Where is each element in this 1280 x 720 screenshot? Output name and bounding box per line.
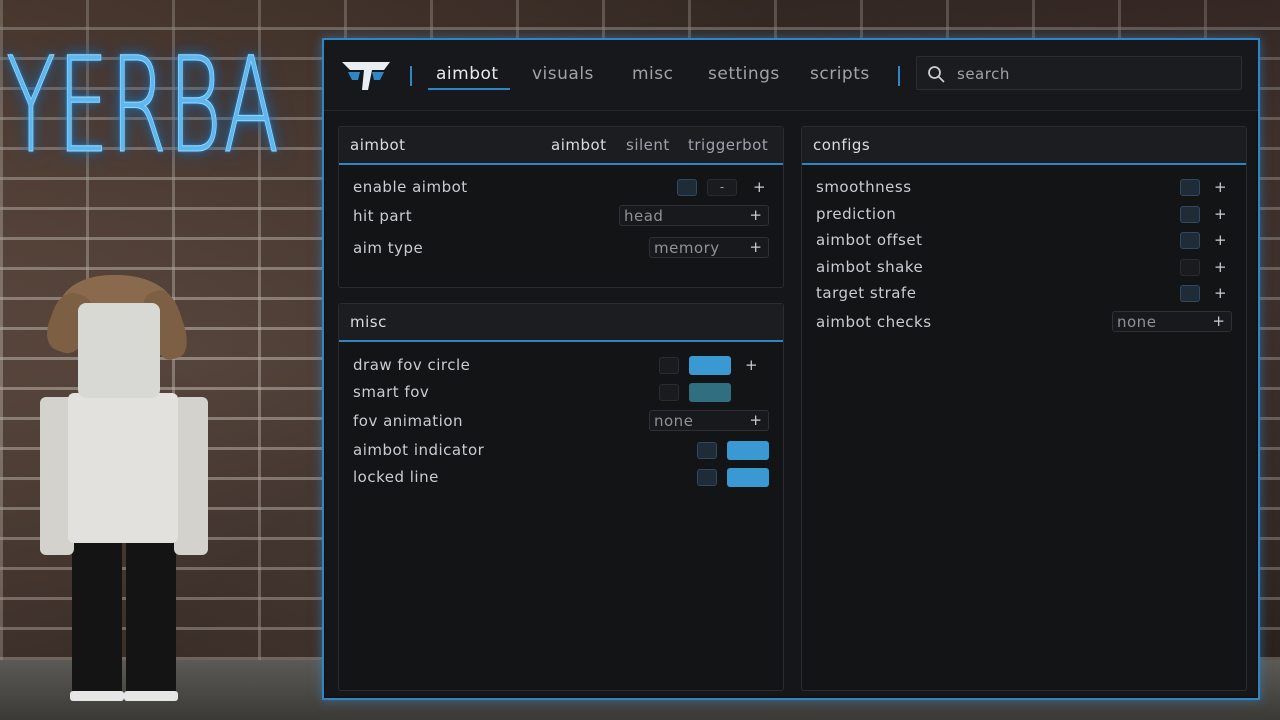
smart-fov-label: smart fov: [353, 383, 430, 401]
aimbot-checks-dropdown[interactable]: none +: [1112, 311, 1232, 332]
enable-aimbot-checkbox[interactable]: [677, 179, 697, 196]
smoothness-plus-button[interactable]: +: [1214, 178, 1227, 196]
avatar-head: [78, 303, 160, 398]
search-icon: [928, 66, 945, 83]
aimbot-panel-header: aimbot aimbot silent triggerbot: [339, 127, 783, 165]
draw-fov-color-swatch[interactable]: [689, 356, 731, 375]
fov-animation-label: fov animation: [353, 412, 464, 430]
draw-fov-circle-label: draw fov circle: [353, 356, 471, 374]
misc-panel: misc draw fov circle + smart fov fov ani…: [338, 303, 784, 691]
configs-panel: configs smoothness + prediction + aimbot…: [801, 126, 1247, 691]
aimbot-indicator-checkbox[interactable]: [697, 442, 717, 459]
aimbot-offset-checkbox[interactable]: [1180, 232, 1200, 249]
smart-fov-checkbox[interactable]: [659, 384, 679, 401]
tab-scripts[interactable]: scripts: [810, 64, 870, 84]
smoothness-checkbox[interactable]: [1180, 179, 1200, 196]
avatar-right-shoe: [124, 691, 178, 701]
active-tab-indicator: [428, 88, 510, 90]
fov-animation-dropdown[interactable]: none +: [649, 410, 769, 431]
enable-aimbot-minus-button[interactable]: -: [707, 179, 737, 196]
aimbot-checks-label: aimbot checks: [816, 313, 932, 331]
tab-visuals[interactable]: visuals: [532, 64, 594, 84]
prediction-plus-button[interactable]: +: [1214, 205, 1227, 223]
hit-part-label: hit part: [353, 207, 413, 225]
target-strafe-checkbox[interactable]: [1180, 285, 1200, 302]
aimbot-panel-title: aimbot: [350, 136, 406, 154]
aimbot-checks-value: none: [1117, 313, 1157, 331]
avatar-torso: [68, 393, 178, 543]
aim-type-dropdown[interactable]: memory +: [649, 237, 769, 258]
aimbot-checks-expand-icon: +: [1212, 312, 1225, 330]
top-nav-bar: aimbot visuals misc settings scripts: [324, 40, 1258, 111]
aimbot-offset-plus-button[interactable]: +: [1214, 231, 1227, 249]
aimbot-panel: aimbot aimbot silent triggerbot enable a…: [338, 126, 784, 288]
aimbot-offset-label: aimbot offset: [816, 231, 923, 249]
aim-type-expand-icon: +: [749, 238, 762, 256]
cheat-menu-window: aimbot visuals misc settings scripts aim…: [322, 38, 1260, 700]
avatar-right-arm: [174, 397, 208, 555]
tab-misc[interactable]: misc: [632, 64, 674, 84]
prediction-checkbox[interactable]: [1180, 206, 1200, 223]
target-strafe-plus-button[interactable]: +: [1214, 284, 1227, 302]
subtab-aimbot[interactable]: aimbot: [551, 136, 607, 154]
draw-fov-plus-button[interactable]: +: [745, 356, 758, 374]
subtab-silent[interactable]: silent: [626, 136, 670, 154]
avatar-left-shoe: [70, 691, 124, 701]
enable-aimbot-label: enable aimbot: [353, 178, 468, 196]
nav-separator: [410, 66, 412, 86]
tab-settings[interactable]: settings: [708, 64, 780, 84]
subtab-triggerbot[interactable]: triggerbot: [688, 136, 768, 154]
enable-aimbot-plus-button[interactable]: +: [753, 178, 766, 196]
fov-animation-value: none: [654, 412, 694, 430]
aim-type-value: memory: [654, 239, 720, 257]
hit-part-dropdown[interactable]: head +: [619, 205, 769, 226]
avatar-character: [40, 275, 210, 705]
search-input[interactable]: [955, 62, 1229, 86]
avatar-right-leg: [126, 543, 176, 693]
search-box[interactable]: [916, 56, 1242, 90]
configs-panel-title: configs: [813, 136, 871, 154]
misc-panel-header: misc: [339, 304, 783, 342]
neon-logo: YERBA: [6, 29, 281, 183]
aimbot-shake-checkbox[interactable]: [1180, 259, 1200, 276]
avatar-left-leg: [72, 543, 122, 693]
misc-panel-title: misc: [350, 313, 387, 331]
fov-animation-expand-icon: +: [749, 411, 762, 429]
tab-aimbot[interactable]: aimbot: [436, 64, 499, 84]
aim-type-label: aim type: [353, 239, 424, 257]
draw-fov-circle-checkbox[interactable]: [659, 357, 679, 374]
locked-line-color-swatch[interactable]: [727, 468, 769, 487]
aimbot-indicator-color-swatch[interactable]: [727, 441, 769, 460]
target-strafe-label: target strafe: [816, 284, 917, 302]
locked-line-checkbox[interactable]: [697, 469, 717, 486]
smart-fov-color-swatch[interactable]: [689, 383, 731, 402]
aimbot-indicator-label: aimbot indicator: [353, 441, 485, 459]
aimbot-shake-label: aimbot shake: [816, 258, 924, 276]
aimbot-shake-plus-button[interactable]: +: [1214, 258, 1227, 276]
hit-part-expand-icon: +: [749, 206, 762, 224]
hit-part-value: head: [624, 207, 664, 225]
smoothness-label: smoothness: [816, 178, 912, 196]
prediction-label: prediction: [816, 205, 897, 223]
configs-panel-header: configs: [802, 127, 1246, 165]
nav-separator: [898, 66, 900, 86]
yerba-logo-icon: [342, 62, 390, 90]
locked-line-label: locked line: [353, 468, 439, 486]
